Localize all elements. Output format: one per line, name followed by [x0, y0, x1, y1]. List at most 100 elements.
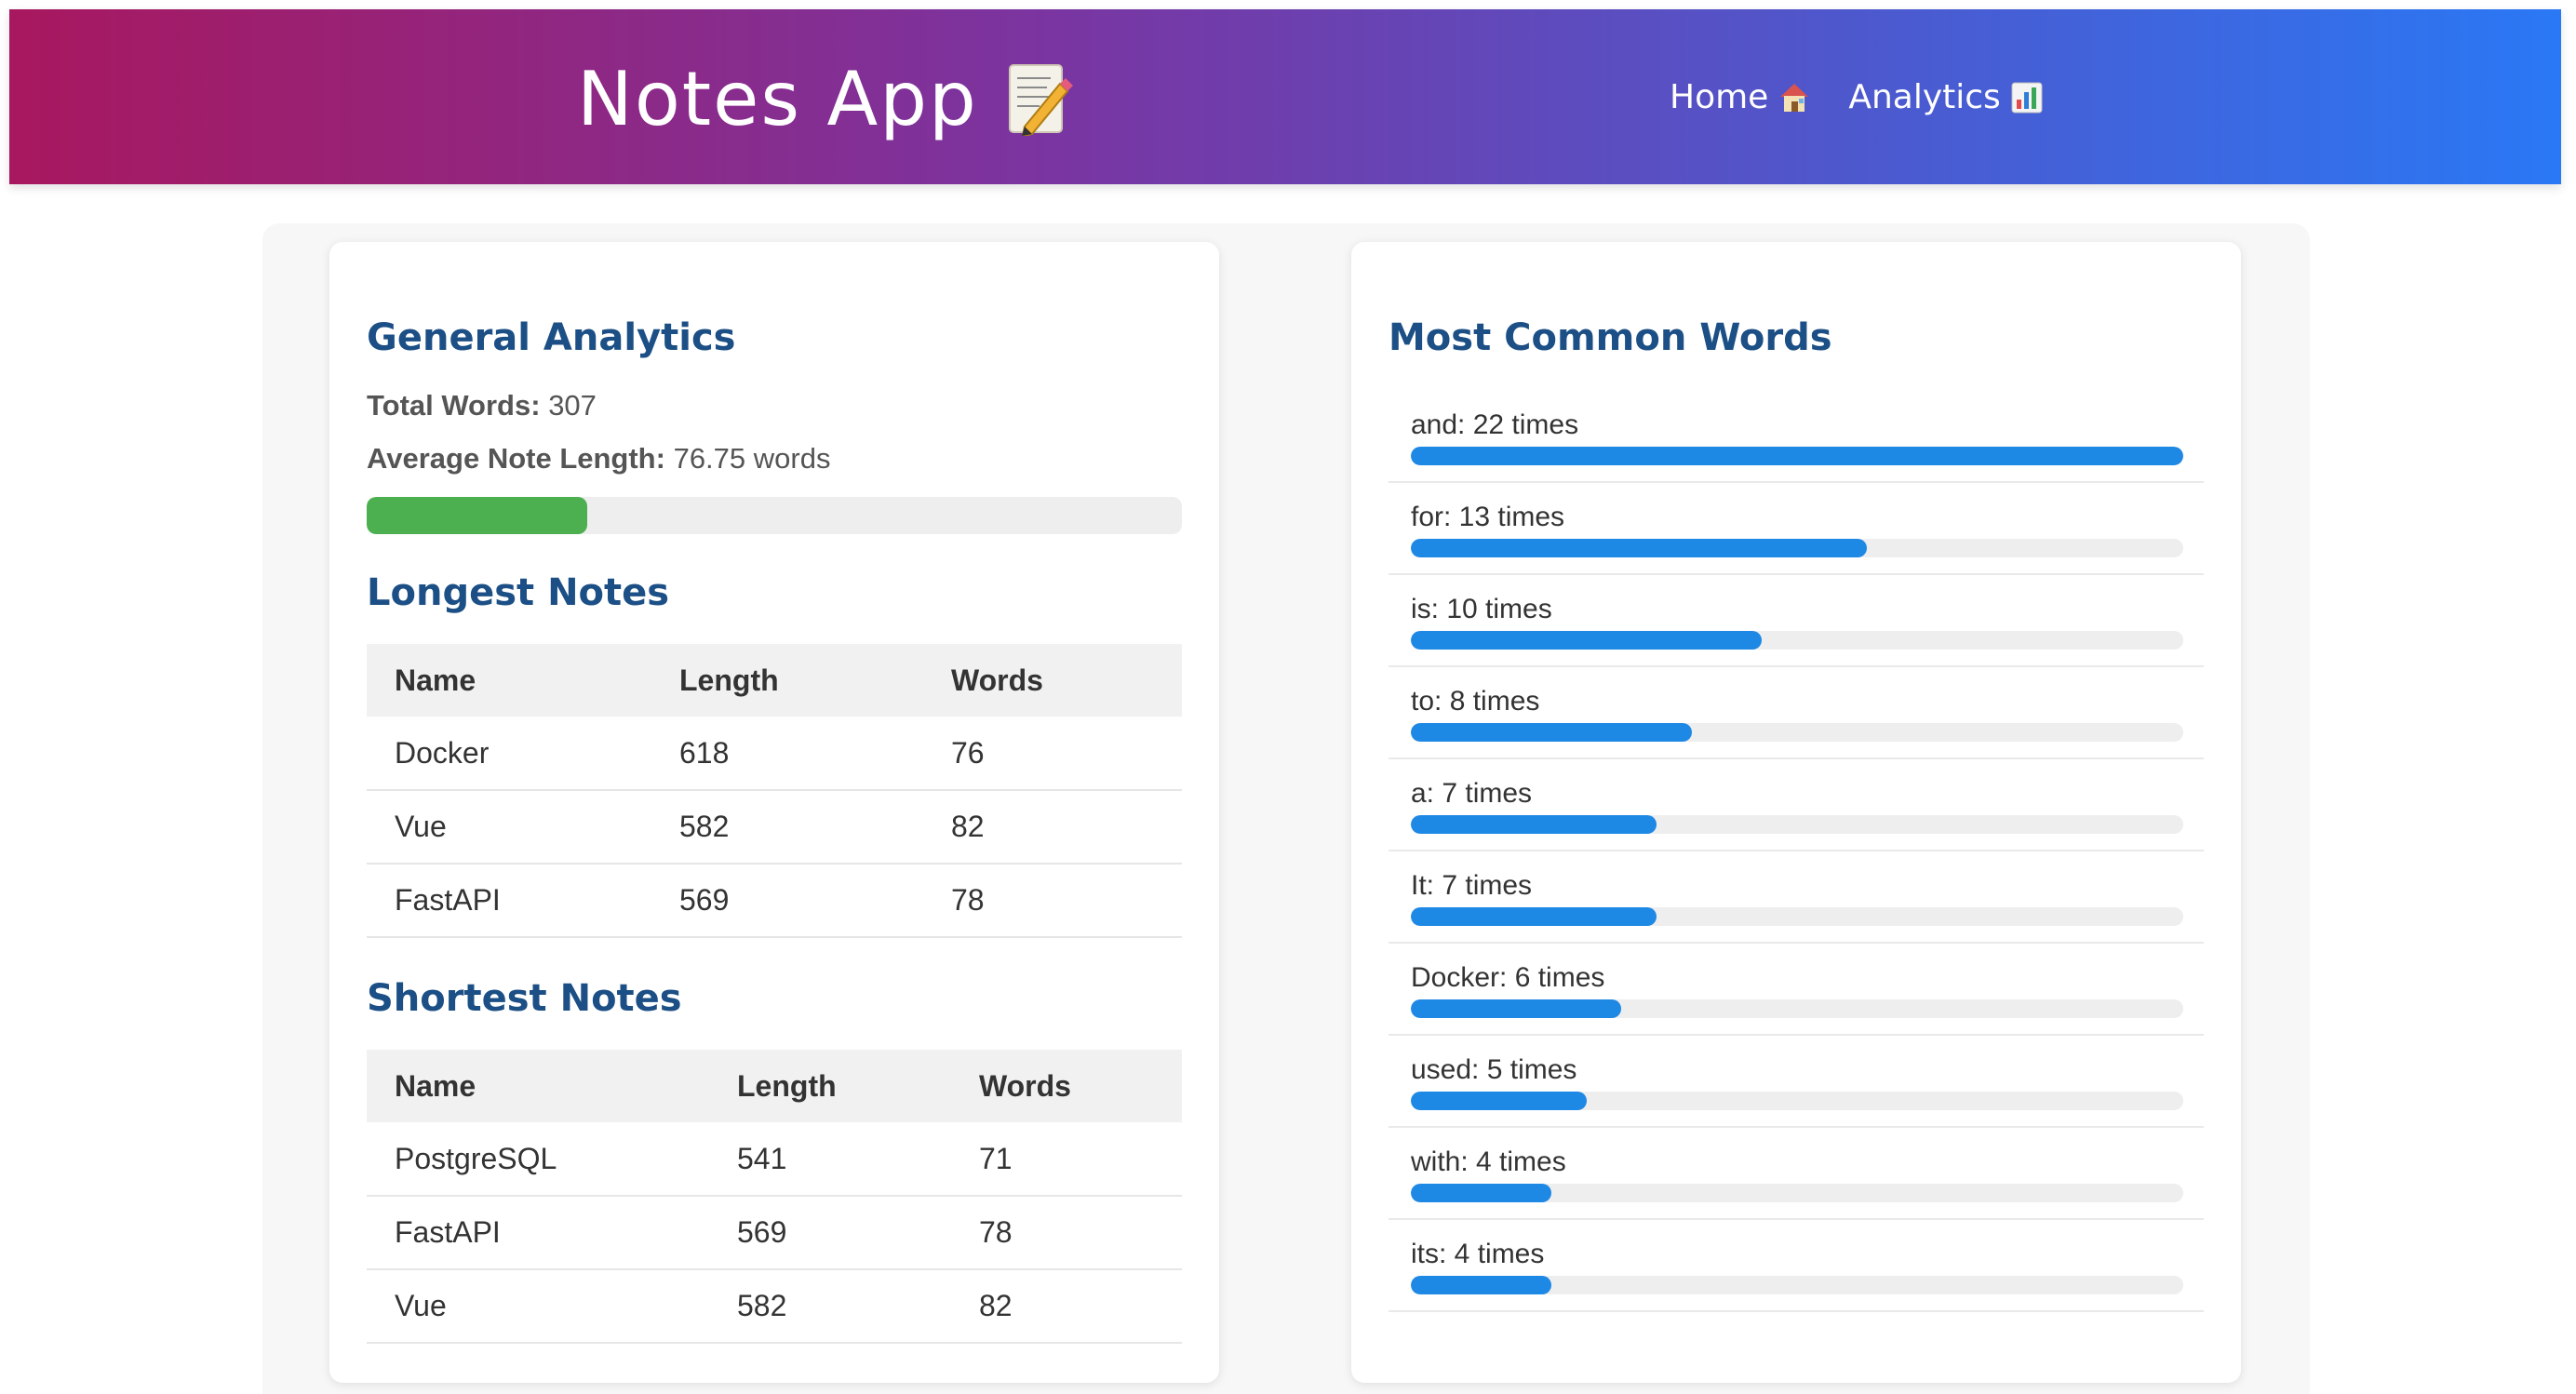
cell-length: 582 [709, 1269, 951, 1344]
cell-words: 78 [951, 1196, 1182, 1270]
cell-name: Vue [367, 1269, 709, 1344]
word-frequency-bar-track [1411, 447, 2183, 465]
word-frequency-bar-fill [1411, 447, 2183, 465]
table-row: Docker 618 76 [367, 717, 1182, 791]
list-item: a: 7 times [1389, 759, 2204, 851]
table-row: PostgreSQL 541 71 [367, 1122, 1182, 1197]
word-frequency-label: It: 7 times [1411, 870, 1533, 901]
word-frequency-bar-fill [1411, 631, 1763, 650]
list-item: Docker: 6 times [1389, 944, 2204, 1036]
column-header-name: Name [367, 1050, 709, 1122]
house-icon [1780, 83, 1809, 112]
word-frequency-label: is: 10 times [1411, 594, 1552, 624]
list-item: for: 13 times [1389, 483, 2204, 575]
app-header: Notes App Home Analytics [9, 9, 2561, 184]
word-frequency-bar-fill [1411, 999, 1622, 1018]
table-row: FastAPI 569 78 [367, 1196, 1182, 1270]
cell-length: 582 [651, 790, 923, 865]
word-frequency-bar-track [1411, 999, 2183, 1018]
word-frequency-label: a: 7 times [1411, 778, 1533, 809]
cell-name: FastAPI [367, 864, 651, 938]
word-frequency-label: for: 13 times [1411, 502, 1565, 532]
memo-icon [1008, 64, 1073, 136]
column-header-length: Length [651, 644, 923, 717]
word-frequency-label: with: 4 times [1411, 1146, 1566, 1177]
column-header-name: Name [367, 644, 651, 717]
word-frequency-bar-fill [1411, 815, 1657, 834]
word-frequency-bar-track [1411, 631, 2183, 650]
main-nav: Home Analytics [1670, 78, 2044, 116]
word-frequency-label: used: 5 times [1411, 1054, 1577, 1085]
column-header-length: Length [709, 1050, 951, 1122]
bar-chart-icon [2011, 82, 2043, 113]
table-row: FastAPI 569 78 [367, 864, 1182, 938]
list-item: to: 8 times [1389, 667, 2204, 759]
shortest-notes-table: Name Length Words PostgreSQL 541 71 Fast… [367, 1050, 1182, 1344]
word-frequency-bar-track [1411, 815, 2183, 834]
column-header-words: Words [923, 644, 1182, 717]
app-title: Notes App [577, 52, 1073, 145]
word-frequency-bar-track [1411, 907, 2183, 926]
cell-length: 569 [709, 1196, 951, 1270]
longest-notes-title: Longest Notes [367, 571, 670, 614]
cell-words: 82 [923, 790, 1182, 865]
cell-name: Vue [367, 790, 651, 865]
word-frequency-bar-track [1411, 723, 2183, 742]
word-frequency-bar-track [1411, 539, 2183, 557]
cell-words: 78 [923, 864, 1182, 938]
cell-length: 618 [651, 717, 923, 791]
word-frequency-bar-track [1411, 1276, 2183, 1294]
average-length-progress-fill [367, 497, 587, 534]
list-item: and: 22 times [1389, 391, 2204, 483]
nav-analytics-link[interactable]: Analytics [1848, 78, 2043, 116]
longest-notes-table: Name Length Words Docker 618 76 Vue 582 … [367, 644, 1182, 938]
average-length-progress [367, 497, 1182, 534]
average-length-value: 76.75 words [673, 442, 831, 475]
total-words-label: Total Words: [367, 389, 541, 422]
word-frequency-bar-fill [1411, 907, 1657, 926]
list-item: its: 4 times [1389, 1220, 2204, 1312]
common-words-list: and: 22 times for: 13 times is: 10 times to… [1389, 391, 2204, 1312]
cell-length: 569 [651, 864, 923, 938]
table-row: Vue 582 82 [367, 1269, 1182, 1344]
word-frequency-label: its: 4 times [1411, 1239, 1545, 1269]
table-header-row: Name Length Words [367, 1050, 1182, 1122]
column-header-words: Words [951, 1050, 1182, 1122]
nav-analytics-label: Analytics [1848, 78, 2001, 116]
general-analytics-title: General Analytics [367, 316, 736, 359]
table-row: Vue 582 82 [367, 790, 1182, 865]
word-frequency-bar-fill [1411, 539, 1868, 557]
list-item: used: 5 times [1389, 1036, 2204, 1128]
cell-words: 76 [923, 717, 1182, 791]
table-header-row: Name Length Words [367, 644, 1182, 717]
general-analytics-card: General Analytics Total Words: 307 Avera… [329, 242, 1219, 1383]
cell-name: FastAPI [367, 1196, 709, 1270]
word-frequency-bar-fill [1411, 1184, 1551, 1202]
list-item: is: 10 times [1389, 575, 2204, 667]
cell-name: PostgreSQL [367, 1122, 709, 1197]
app-title-text: Notes App [577, 55, 978, 142]
total-words-value: 307 [548, 389, 597, 422]
list-item: with: 4 times [1389, 1128, 2204, 1220]
word-frequency-label: Docker: 6 times [1411, 962, 1605, 993]
cell-length: 541 [709, 1122, 951, 1197]
word-frequency-bar-fill [1411, 723, 1692, 742]
cell-name: Docker [367, 717, 651, 791]
average-length-label: Average Note Length: [367, 442, 665, 475]
list-item: It: 7 times [1389, 851, 2204, 944]
common-words-title: Most Common Words [1389, 316, 1832, 359]
nav-home-link[interactable]: Home [1670, 78, 1811, 116]
word-frequency-bar-track [1411, 1184, 2183, 1202]
shortest-notes-title: Shortest Notes [367, 977, 682, 1020]
cell-words: 82 [951, 1269, 1182, 1344]
word-frequency-bar-fill [1411, 1276, 1551, 1294]
cell-words: 71 [951, 1122, 1182, 1197]
word-frequency-bar-fill [1411, 1092, 1587, 1110]
word-frequency-label: to: 8 times [1411, 686, 1540, 717]
word-frequency-bar-track [1411, 1092, 2183, 1110]
common-words-card: Most Common Words and: 22 times for: 13 t… [1351, 242, 2241, 1383]
total-words-stat: Total Words: 307 [367, 389, 597, 422]
nav-home-label: Home [1670, 78, 1769, 116]
average-length-stat: Average Note Length: 76.75 words [367, 442, 830, 476]
word-frequency-label: and: 22 times [1411, 409, 1579, 440]
